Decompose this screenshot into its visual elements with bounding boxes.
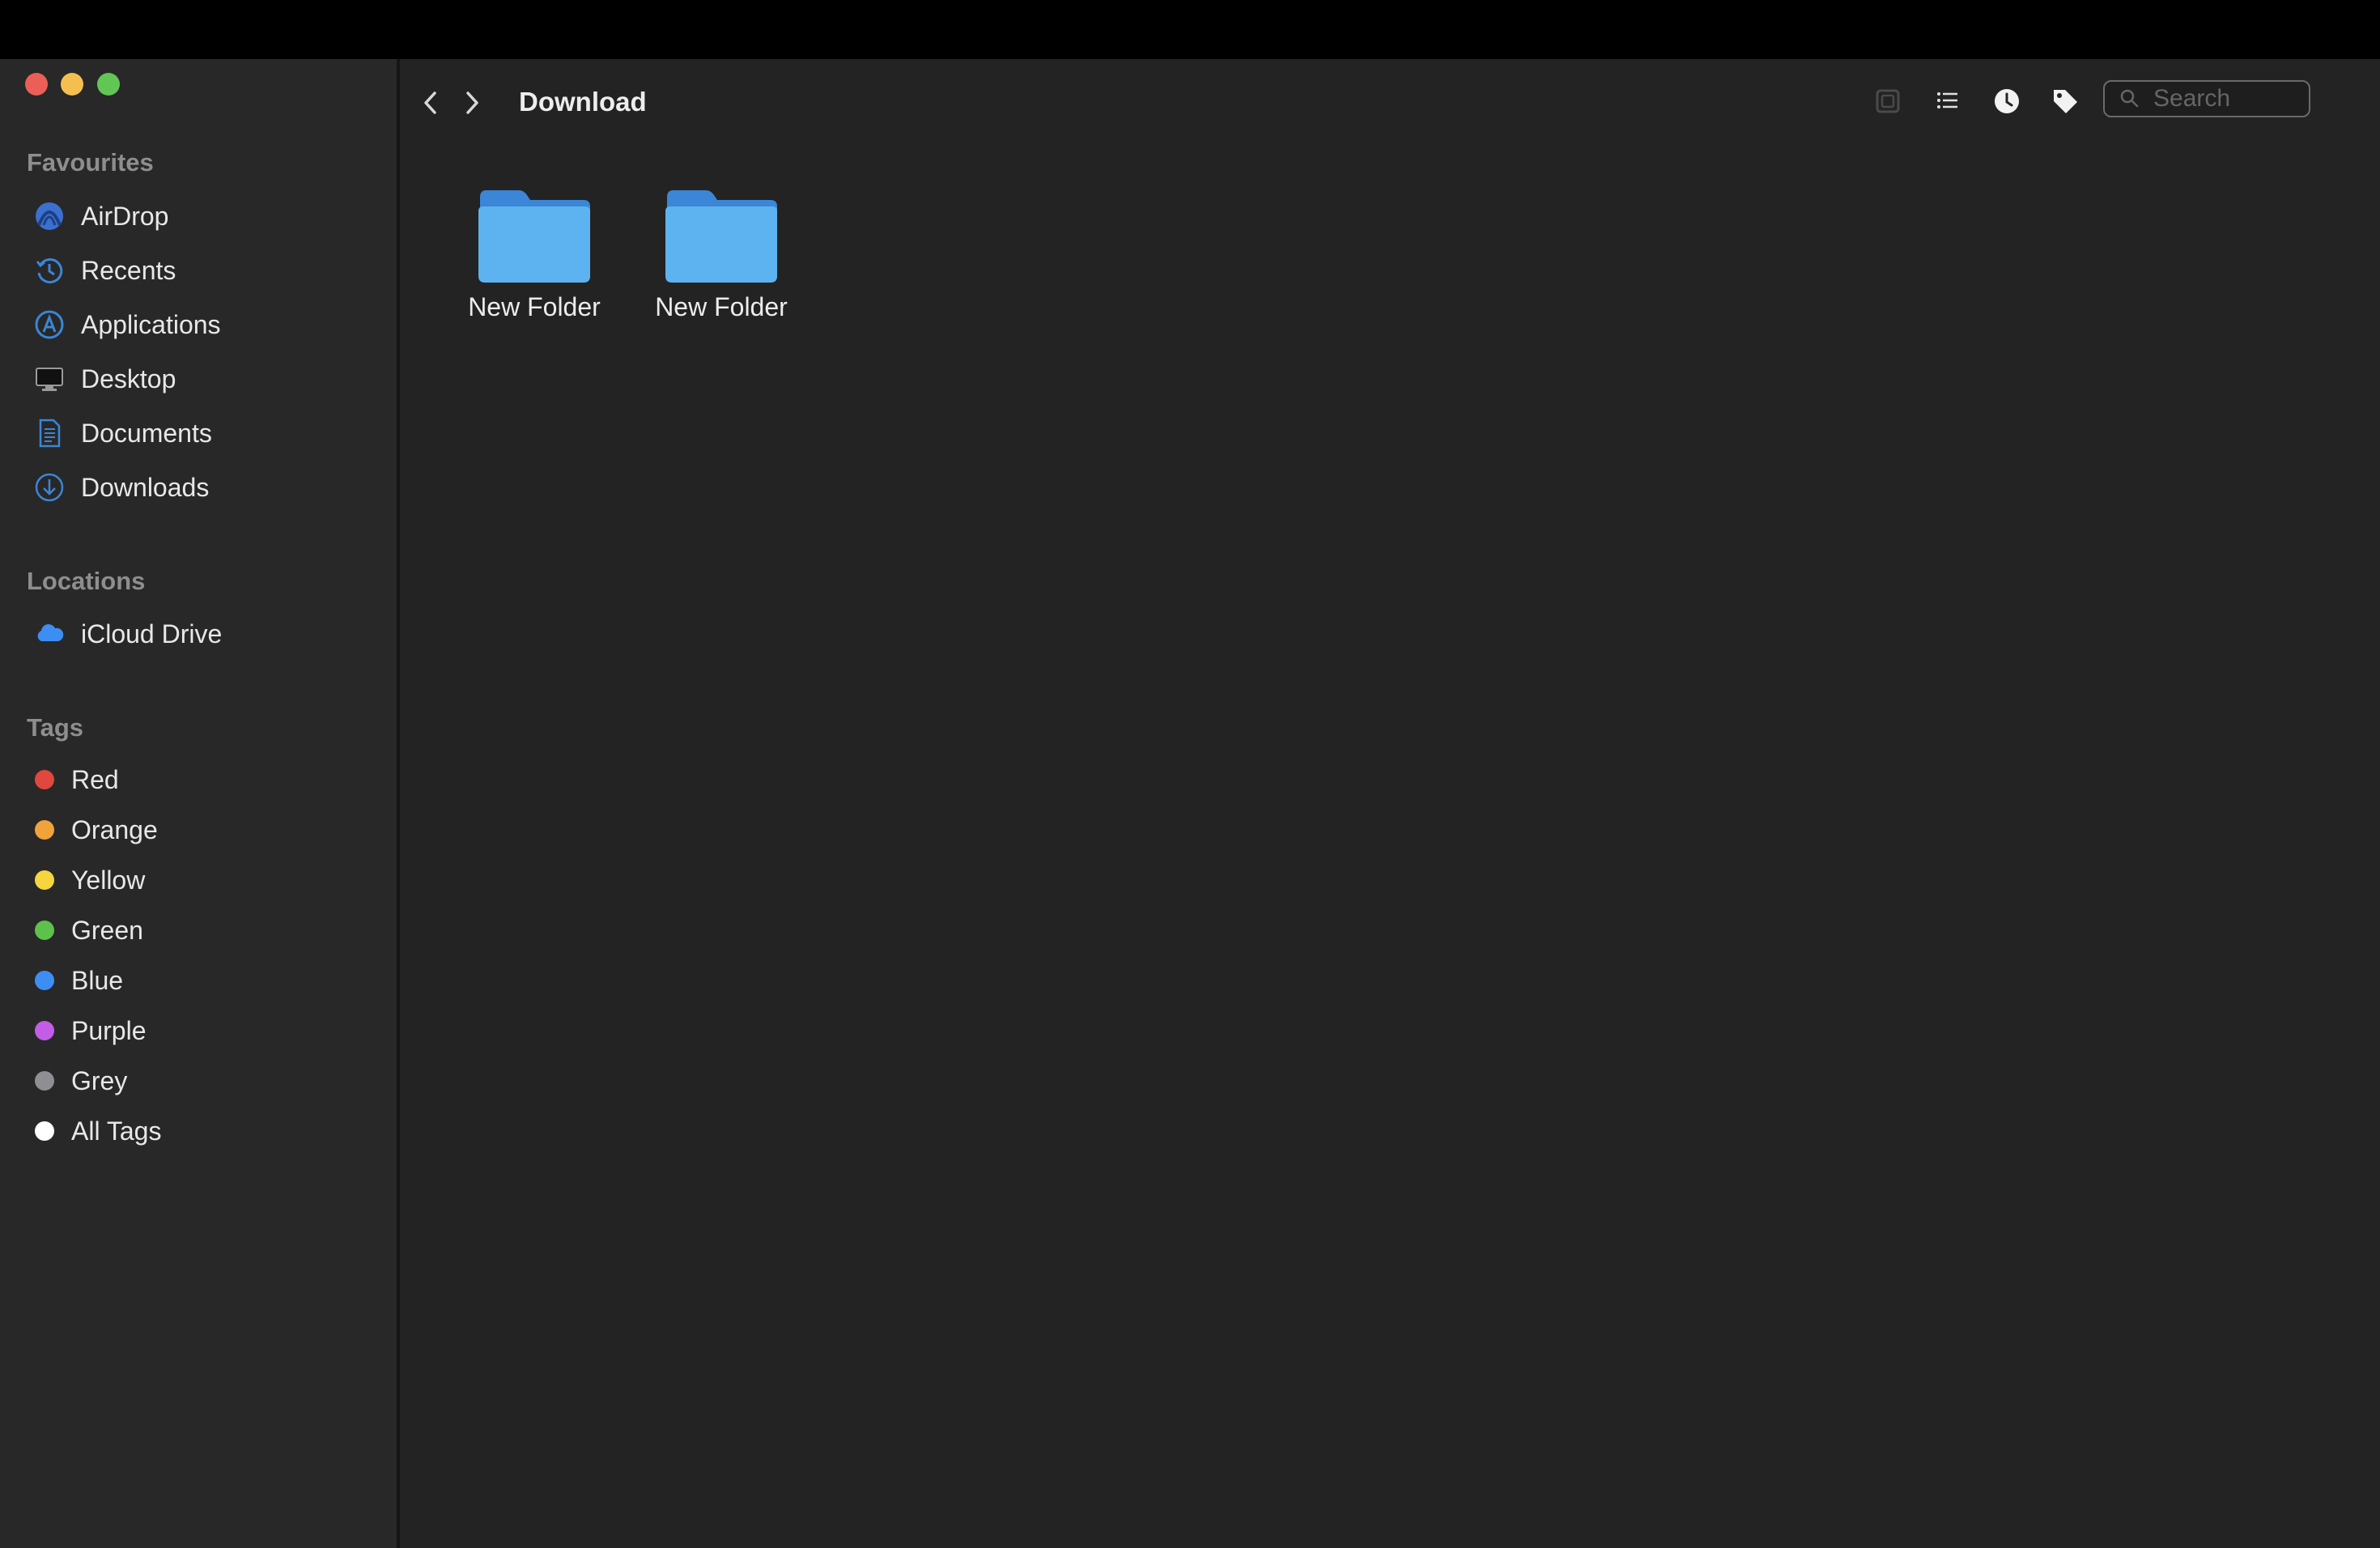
tags-title: Tags (27, 713, 84, 742)
sidebar-tag-red[interactable]: Red (0, 755, 397, 804)
clock-icon (1995, 89, 2019, 113)
sidebar-tag-all-tags[interactable]: All Tags (0, 1107, 397, 1155)
tag-icon (2054, 90, 2077, 113)
search-icon (2120, 89, 2139, 108)
tag-label: Yellow (71, 865, 146, 895)
sidebar-item-label: Documents (81, 418, 212, 448)
sidebar-tag-yellow[interactable]: Yellow (0, 856, 397, 904)
sidebar-item-applications[interactable]: Applications (0, 300, 397, 349)
airdrop-icon (34, 201, 65, 232)
sidebar-item-downloads[interactable]: Downloads (0, 463, 397, 512)
sidebar-item-label: Desktop (81, 364, 176, 393)
list-view-icon (1937, 92, 1957, 108)
forward-button[interactable] (456, 83, 488, 122)
main-content: Download New Folder (400, 59, 2380, 1548)
sidebar: Favourites AirDrop Recents Applications … (0, 59, 400, 1548)
document-icon (34, 418, 65, 449)
sidebar-tag-orange[interactable]: Orange (0, 806, 397, 854)
sidebar-item-desktop[interactable]: Desktop (0, 355, 397, 403)
finder-window: Favourites AirDrop Recents Applications … (0, 59, 2380, 1548)
sidebar-item-label: iCloud Drive (81, 619, 223, 649)
locations-title: Locations (27, 567, 146, 595)
sidebar-item-airdrop[interactable]: AirDrop (0, 192, 397, 240)
sidebar-item-recents[interactable]: Recents (0, 246, 397, 295)
maximize-button[interactable] (97, 73, 120, 96)
search-input[interactable] (2152, 84, 2309, 113)
tag-label: Grey (71, 1065, 128, 1095)
download-icon (34, 472, 65, 503)
menu-bar (0, 0, 2380, 59)
folder-icon (478, 190, 590, 283)
sidebar-tag-grey[interactable]: Grey (0, 1057, 397, 1105)
window-title: Download (519, 87, 647, 117)
tags-button[interactable] (2044, 80, 2086, 122)
sidebar-item-documents[interactable]: Documents (0, 409, 397, 457)
tag-dot (35, 870, 54, 890)
tag-label: All Tags (71, 1116, 162, 1146)
file-item[interactable]: New Folder (441, 187, 619, 321)
view-grid-button[interactable] (1867, 80, 1909, 122)
sidebar-tag-purple[interactable]: Purple (0, 1006, 397, 1055)
recents-button[interactable] (1986, 80, 2028, 122)
tag-dot (35, 770, 54, 789)
tag-label: Blue (71, 965, 124, 995)
back-button[interactable] (414, 83, 447, 122)
tag-dot (35, 1121, 54, 1141)
tag-dot (35, 1071, 54, 1091)
sidebar-tag-green[interactable]: Green (0, 906, 397, 955)
chevron-left-icon (424, 91, 436, 114)
tag-label: Orange (71, 814, 158, 844)
tag-label: Red (71, 764, 119, 794)
applications-icon (34, 309, 65, 340)
file-item[interactable]: New Folder (628, 187, 806, 321)
tag-label: Green (71, 915, 143, 945)
search-field[interactable] (2103, 80, 2310, 117)
tag-label: Purple (71, 1015, 147, 1045)
cloud-icon (34, 619, 65, 649)
tag-dot (35, 971, 54, 990)
sidebar-item-label: Recents (81, 255, 176, 285)
sidebar-item-label: Applications (81, 309, 221, 339)
file-name: New Folder (468, 292, 601, 321)
tag-dot (35, 1021, 54, 1040)
sidebar-tag-blue[interactable]: Blue (0, 956, 397, 1005)
file-name: New Folder (655, 292, 788, 321)
sidebar-item-label: Downloads (81, 472, 210, 502)
clock-icon (34, 255, 65, 286)
sidebar-item-label: AirDrop (81, 201, 169, 231)
chevron-right-icon (466, 91, 478, 114)
grid-view-icon (1876, 89, 1900, 113)
favourites-title: Favourites (27, 148, 154, 176)
sidebar-item-icloud-drive[interactable]: iCloud Drive (0, 610, 397, 658)
desktop-icon (34, 364, 65, 394)
close-button[interactable] (25, 73, 48, 96)
minimize-button[interactable] (61, 73, 83, 96)
folder-icon (665, 190, 777, 283)
tag-dot (35, 820, 54, 840)
view-list-button[interactable] (1927, 80, 1969, 122)
tag-dot (35, 921, 54, 940)
